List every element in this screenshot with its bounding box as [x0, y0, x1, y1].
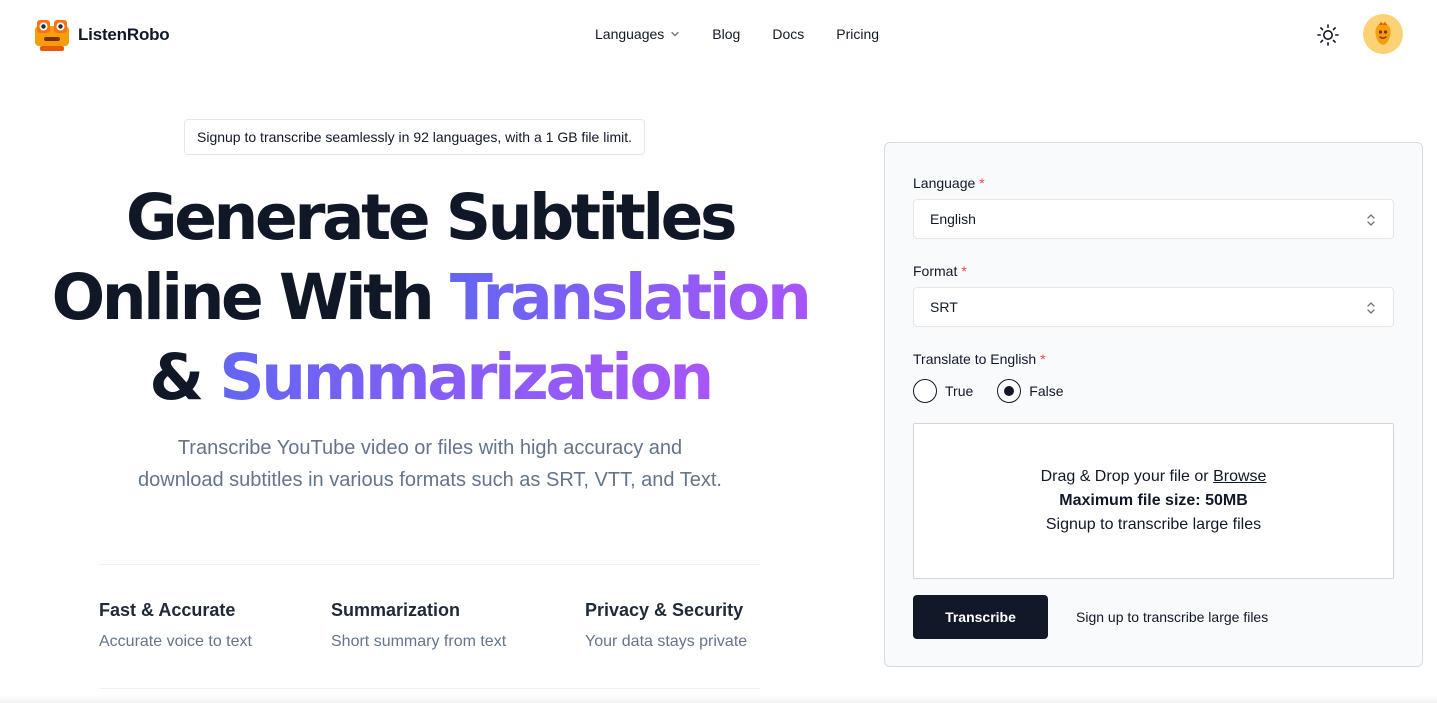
- features-divider-bottom: [99, 688, 760, 689]
- translate-false-radio[interactable]: False: [997, 379, 1064, 403]
- required-mark: *: [961, 263, 967, 279]
- language-label-text: Language: [913, 175, 976, 191]
- required-mark: *: [979, 175, 985, 191]
- hero-title-line-1: Generate Subtitles: [125, 181, 738, 254]
- radio-circle[interactable]: [997, 379, 1022, 403]
- translate-true-radio[interactable]: True: [913, 379, 973, 403]
- radio-label: True: [945, 383, 974, 399]
- brand-name: ListenRobo: [78, 25, 170, 44]
- feature-desc: Your data stays private: [585, 633, 748, 650]
- hero-subtitle-line-1: Transcribe YouTube video or files with h…: [177, 437, 683, 459]
- translate-label: Translate to English *: [913, 351, 1046, 367]
- nav-languages-label: Languages: [595, 26, 665, 42]
- nav-blog-label: Blog: [712, 26, 741, 42]
- feature-title: Summarization: [331, 600, 461, 620]
- hero-title-summarization: Summarization: [219, 341, 714, 414]
- format-label: Format *: [913, 263, 967, 279]
- hero-subtitle-line-2: download subtitles in various formats su…: [138, 469, 722, 491]
- brand-logo-link[interactable]: ListenRobo: [34, 18, 170, 52]
- hero-badge-text: Signup to transcribe seamlessly in 92 la…: [197, 129, 632, 145]
- radio-label: False: [1029, 383, 1064, 399]
- hero-badge: Signup to transcribe seamlessly in 92 la…: [184, 119, 645, 155]
- hero-title: Generate Subtitles Online With Translati…: [30, 178, 830, 418]
- feature-title: Fast & Accurate: [99, 600, 236, 620]
- hero-title-line-3a: &: [149, 341, 220, 414]
- required-mark: *: [1040, 351, 1046, 367]
- max-file-size: Maximum file size: 50MB: [1059, 492, 1248, 509]
- translate-radio-group: True False: [913, 379, 1064, 403]
- language-label: Language *: [913, 175, 985, 191]
- signup-hint: Signup to transcribe large files: [1045, 516, 1262, 533]
- features-divider-top: [99, 564, 760, 565]
- robot-logo-icon: [35, 20, 69, 51]
- bottom-edge-shadow: [0, 695, 1437, 703]
- language-select-value: English: [930, 211, 976, 227]
- dropzone-prefix: Drag & Drop your file or: [1040, 468, 1214, 485]
- browse-link[interactable]: Browse: [1213, 468, 1266, 485]
- chevron-up-down-icon: [1367, 302, 1375, 314]
- nav-docs-label: Docs: [772, 26, 805, 42]
- nav-pricing-label: Pricing: [836, 26, 880, 42]
- main-nav: Languages Blog Docs Pricing: [595, 26, 879, 42]
- file-dropzone[interactable]: Drag & Drop your file or Browse Maximum …: [913, 423, 1394, 579]
- transcribe-form: Language * English Format * SRT Translate …: [884, 142, 1423, 667]
- translate-label-text: Translate to English: [913, 351, 1037, 367]
- sun-icon[interactable]: [1316, 23, 1340, 47]
- hero-title-line-2a: Online With: [51, 261, 450, 334]
- nav-pricing-link[interactable]: Pricing: [836, 26, 879, 42]
- chevron-down-icon: [671, 31, 679, 37]
- signup-large-files-link[interactable]: Sign up to transcribe large files: [1076, 609, 1268, 625]
- format-select[interactable]: SRT: [913, 287, 1394, 327]
- feature-fast-accurate: Fast & Accurate Accurate voice to text: [99, 600, 252, 651]
- radio-selected-dot: [1004, 386, 1015, 396]
- nav-docs-link[interactable]: Docs: [772, 26, 804, 42]
- chevron-up-down-icon: [1367, 214, 1375, 226]
- site-header: ListenRobo Languages Blog Docs Pricing: [0, 0, 1437, 70]
- feature-privacy-security: Privacy & Security Your data stays priva…: [585, 600, 747, 651]
- feature-summarization: Summarization Short summary from text: [331, 600, 506, 651]
- dropzone-instructions: Drag & Drop your file or Browse: [1041, 465, 1267, 489]
- nav-blog-link[interactable]: Blog: [712, 26, 740, 42]
- user-avatar[interactable]: [1363, 14, 1403, 54]
- hero-title-translation: Translation: [449, 261, 812, 334]
- format-label-text: Format: [913, 263, 958, 279]
- transcribe-button[interactable]: Transcribe: [913, 595, 1048, 639]
- hero-subtitle: Transcribe YouTube video or files with h…: [80, 432, 780, 496]
- avatar-icon: [1375, 21, 1391, 45]
- feature-desc: Short summary from text: [331, 633, 507, 650]
- feature-title: Privacy & Security: [585, 600, 744, 620]
- radio-circle[interactable]: [913, 379, 937, 403]
- format-select-value: SRT: [930, 299, 958, 315]
- language-select[interactable]: English: [913, 199, 1394, 239]
- feature-desc: Accurate voice to text: [99, 633, 252, 650]
- nav-languages-dropdown[interactable]: Languages: [595, 26, 680, 42]
